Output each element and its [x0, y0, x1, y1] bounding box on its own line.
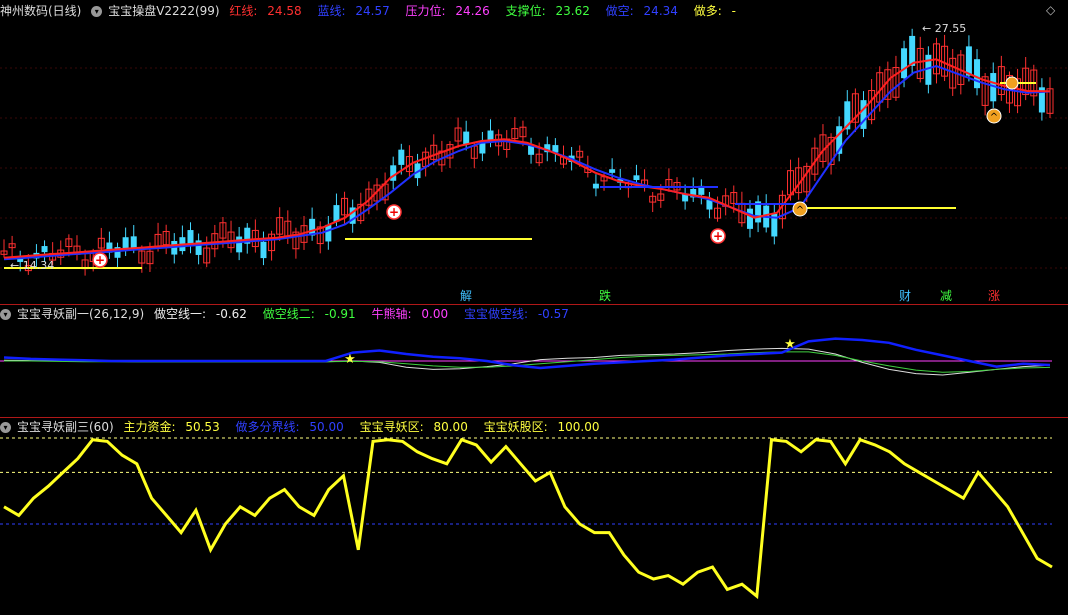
- ind2-fund-value: 50.53: [185, 420, 220, 434]
- candle-body: [236, 236, 243, 253]
- candle-body: [965, 46, 972, 76]
- candle-body: [528, 145, 535, 155]
- candle-body: [325, 224, 332, 242]
- ind2-title: 宝宝寻妖副三(60): [17, 420, 114, 434]
- ind2-chart: [0, 437, 1053, 600]
- candle-body: [398, 149, 405, 165]
- long-label: 做多:: [693, 4, 722, 18]
- candle-body: [974, 59, 981, 89]
- buy-signal-glyph: +: [95, 253, 105, 267]
- star-signal-icon: ★: [344, 352, 356, 367]
- blue-value: 24.57: [355, 4, 390, 18]
- high-price-label: ← 27.55: [922, 22, 966, 35]
- buy-signal-glyph: +: [713, 229, 723, 243]
- candle-body: [122, 237, 129, 249]
- candle-body: [41, 246, 48, 253]
- candle-body: [463, 131, 470, 145]
- candle-body: [187, 230, 194, 245]
- tag-jie: 解: [459, 289, 472, 303]
- support-value: 23.62: [555, 4, 590, 18]
- settings-dot-icon[interactable]: ▾: [91, 6, 103, 17]
- tag-jian: 减: [939, 289, 952, 303]
- ind1-header: ▾ 宝宝寻妖副一(26,12,9) 做空线一: -0.62 做空线二: -0.91…: [0, 305, 581, 323]
- candle-body: [706, 200, 713, 210]
- hold-signal-icon: [1005, 76, 1019, 90]
- press-label: 压力位:: [405, 4, 446, 18]
- low-price-label: ← 14.34: [10, 259, 54, 272]
- ind1-title: 宝宝寻妖副一(26,12,9): [17, 307, 145, 321]
- ind1-menu-icon[interactable]: ▾: [0, 309, 11, 320]
- ind1-hold-label: 宝宝做空线:: [463, 307, 528, 321]
- ind2-div-label: 做多分界线:: [235, 420, 300, 434]
- long-value: -: [731, 4, 736, 18]
- ind2-header: ▾ 宝宝寻妖副三(60) 主力资金: 50.53 做多分界线: 50.00 宝宝寻…: [0, 418, 612, 436]
- stock-title: 神州数码(日线): [0, 4, 82, 18]
- ind2-zone-value: 80.00: [433, 420, 468, 434]
- ind1-short2-label: 做空线二:: [262, 307, 315, 321]
- tag-zhang: 涨: [987, 289, 1000, 303]
- candle-body: [746, 208, 753, 229]
- main-indicator-title: 宝宝操盘V2222(99): [108, 4, 220, 18]
- ind1-chart: ★★: [0, 337, 1052, 376]
- candle-body: [130, 236, 137, 248]
- hold-line: [3, 337, 1051, 370]
- up-signal-glyph: ^: [796, 205, 804, 216]
- tag-die: 跌: [598, 289, 611, 303]
- up-signal-glyph: ^: [990, 112, 998, 123]
- ind1-short2-value: -0.91: [324, 307, 356, 321]
- short-label: 做空:: [605, 4, 634, 18]
- candle-body: [609, 169, 616, 173]
- ind2-fund-label: 主力资金:: [123, 420, 176, 434]
- ind2-stock-label: 宝宝妖股区:: [483, 420, 548, 434]
- ind2-stock-value: 100.00: [557, 420, 600, 434]
- ind1-short1-label: 做空线一:: [154, 307, 207, 321]
- main-fund-line: [3, 437, 1053, 600]
- candle-body: [333, 205, 340, 222]
- ind1-bull-label: 牛熊轴:: [371, 307, 412, 321]
- short-value: 24.34: [643, 4, 678, 18]
- candle-body: [633, 175, 640, 181]
- press-value: 24.26: [455, 4, 490, 18]
- tag-cai: 财: [898, 289, 911, 303]
- buy-signal-glyph: +: [389, 205, 399, 219]
- ind1-short1-value: -0.62: [215, 307, 247, 321]
- diamond-icon[interactable]: ◇: [1046, 3, 1055, 17]
- candle-body: [260, 241, 267, 259]
- support-label: 支撑位:: [505, 4, 546, 18]
- red-value: 24.58: [267, 4, 302, 18]
- ind2-div-value: 50.00: [309, 420, 344, 434]
- star-signal-icon: ★: [784, 337, 796, 352]
- candle-body: [909, 35, 916, 66]
- candle-body: [592, 183, 599, 189]
- ind1-bull-value: 0.00: [421, 307, 449, 321]
- candle-body: [901, 48, 908, 79]
- main-price-chart: + + + ^ ^ ← 27.55 ← 14.34: [0, 22, 1068, 276]
- blue-label: 蓝线:: [317, 4, 346, 18]
- ind2-menu-icon[interactable]: ▾: [0, 422, 11, 433]
- red-label: 红线:: [229, 4, 258, 18]
- ind2-zone-label: 宝宝寻妖区:: [359, 420, 424, 434]
- ind1-hold-value: -0.57: [537, 307, 569, 321]
